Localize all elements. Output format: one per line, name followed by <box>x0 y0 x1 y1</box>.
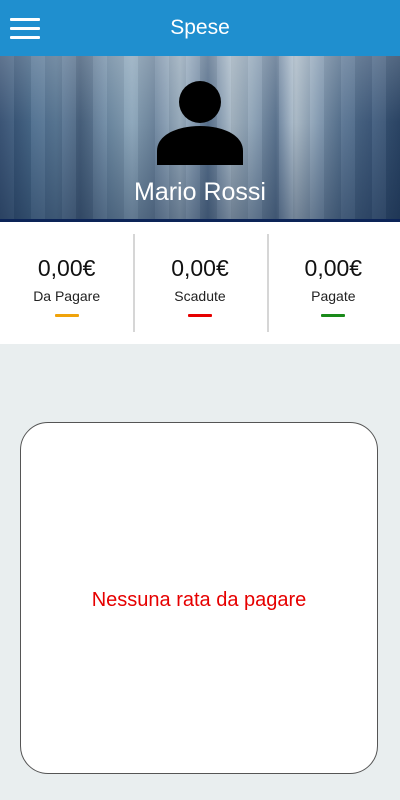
person-icon <box>157 81 243 165</box>
stat-pagate[interactable]: 0,00€ Pagate <box>266 222 400 344</box>
stat-label: Da Pagare <box>33 288 101 304</box>
stat-indicator <box>54 314 79 317</box>
stat-amount: 0,00€ <box>171 255 229 281</box>
stat-amount: 0,00€ <box>37 255 96 281</box>
stat-label: Pagate <box>311 288 356 304</box>
stat-da-pagare[interactable]: 0,00€ Da Pagare <box>0 222 133 344</box>
stat-indicator <box>321 314 346 317</box>
stats-summary: 0,00€ Da Pagare 0,00€ Scadute 0,00€ Paga… <box>0 222 400 344</box>
app-screen: Spese Mario Rossi 0,00€ Da Pagare 0,00€ … <box>0 0 400 800</box>
stat-amount: 0,00€ <box>304 255 363 281</box>
page-title: Spese <box>170 16 230 39</box>
stat-indicator <box>187 314 212 317</box>
stat-label: Scadute <box>174 288 226 304</box>
app-bar: Spese <box>0 0 400 56</box>
stat-scadute[interactable]: 0,00€ Scadute <box>133 222 266 344</box>
installments-card: Nessuna rata da pagare <box>20 422 378 774</box>
empty-state-message: Nessuna rata da pagare <box>91 589 307 611</box>
user-name: Mario Rossi <box>134 178 266 206</box>
profile-header: Mario Rossi <box>0 56 400 222</box>
